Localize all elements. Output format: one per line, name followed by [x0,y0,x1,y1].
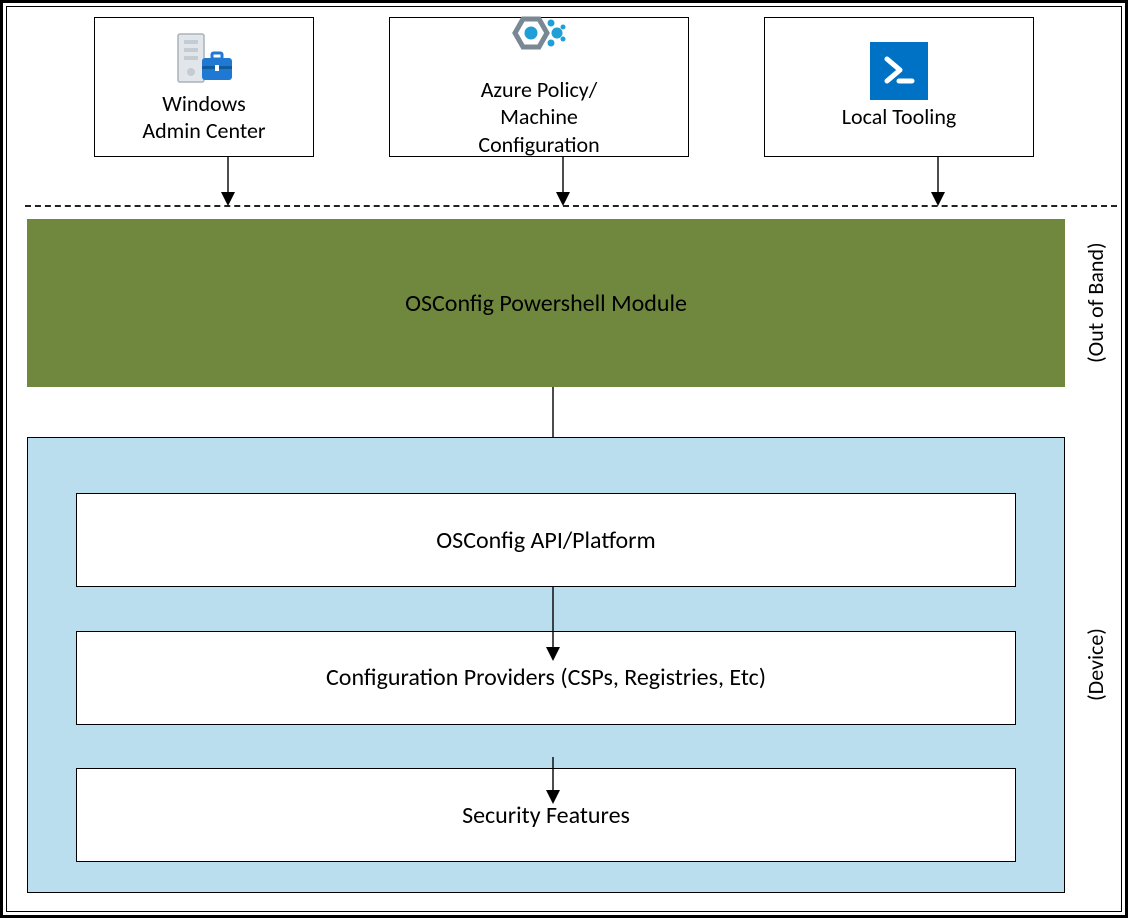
azure-policy-box: Azure Policy/ Machine Configuration [389,17,689,157]
osconfig-api-platform: OSConfig API/Platform [76,493,1016,587]
dashed-divider [25,205,1117,207]
diagram-frame: Windows Admin Center [0,0,1128,918]
osconfig-powershell-module: OSConfig Powershell Module [27,219,1065,387]
arrow-wac-down [222,157,234,209]
azure-label: Azure Policy/ Machine Configuration [478,76,599,159]
device-label: (Device) [1082,437,1109,893]
label: Configuration Providers (CSPs, Registrie… [326,663,766,692]
text: Local Tooling [842,103,957,131]
arrow-azure-down [557,157,569,209]
arrow-api-to-providers [547,586,559,664]
server-briefcase-icon [172,28,236,88]
windows-admin-center-box: Windows Admin Center [94,17,314,157]
top-row: Windows Admin Center [7,17,1121,172]
label: OSConfig Powershell Module [405,289,687,318]
local-label: Local Tooling [842,103,957,131]
arrow-providers-to-security [547,757,559,807]
text: Configuration [478,131,599,159]
text: Machine [478,103,599,131]
wac-label: Windows Admin Center [142,90,265,145]
label: Security Features [462,801,630,830]
text: Admin Center [142,117,265,145]
out-of-band-label: (Out of Band) [1082,219,1109,387]
diagram-canvas: Windows Admin Center [6,6,1122,912]
local-tooling-box: Local Tooling [764,17,1034,157]
device-band: OSConfig API/Platform Configuration Prov… [27,437,1065,893]
configuration-providers: Configuration Providers (CSPs, Registrie… [76,631,1016,725]
azure-policy-icon [505,14,573,74]
powershell-icon [870,41,928,101]
text: Azure Policy/ [478,76,599,104]
label: OSConfig API/Platform [436,526,655,555]
arrow-local-down [932,157,944,209]
security-features: Security Features [76,768,1016,862]
text: Windows [142,90,265,118]
